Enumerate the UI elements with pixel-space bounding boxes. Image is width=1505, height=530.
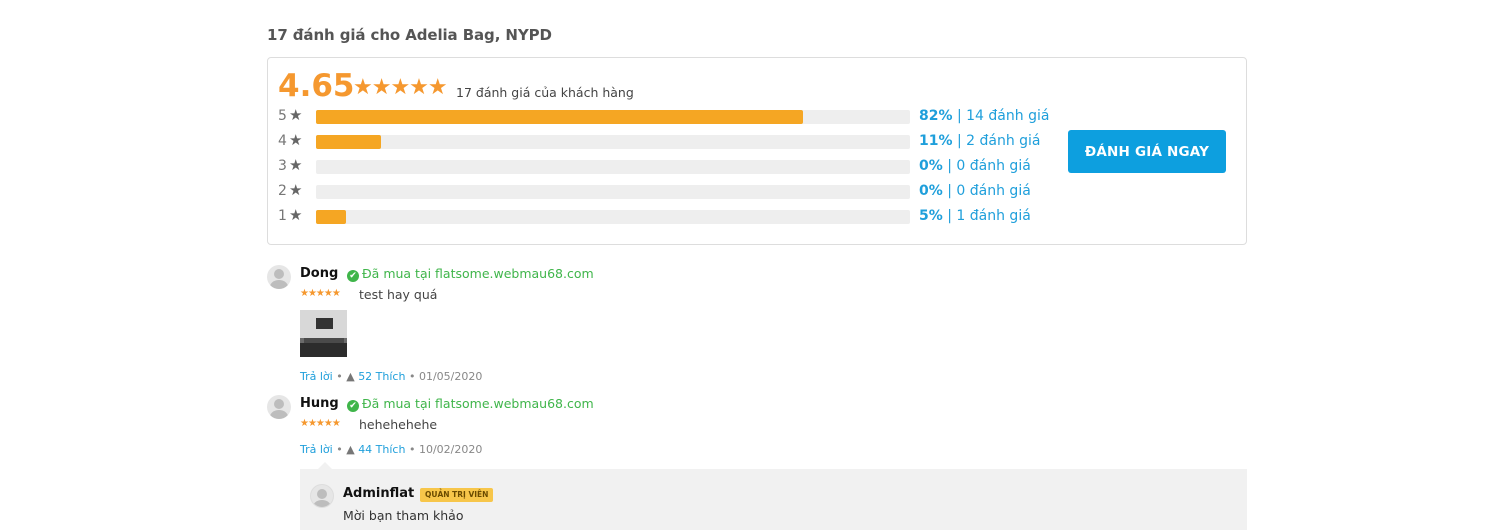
rating-percent: 5% xyxy=(919,208,943,224)
review-stars-icon: ★★★★★ xyxy=(300,418,341,429)
star-icon: ★ xyxy=(289,181,303,199)
like-count: 52 Thích xyxy=(358,370,406,383)
star-icon: ★ xyxy=(289,131,303,149)
rating-bar-label[interactable]: 11% | 2 đánh giá xyxy=(919,131,1041,151)
thumbs-up-icon: ▲ xyxy=(346,370,355,383)
rating-bar-track xyxy=(316,185,910,199)
admin-badge: QUẢN TRỊ VIÊN xyxy=(420,488,494,502)
rating-bar-row: 3 ★ 0% | 0 đánh giá xyxy=(278,156,1058,176)
rating-bar-track xyxy=(316,160,910,174)
rating-percent: 0% xyxy=(919,158,943,174)
reviews-section: 17 đánh giá cho Adelia Bag, NYPD 4.65 ★★… xyxy=(267,24,1247,530)
label-divider: | xyxy=(942,183,957,199)
reviews-title: 17 đánh giá cho Adelia Bag, NYPD xyxy=(267,26,552,44)
star-level: 2 xyxy=(278,183,287,199)
rating-bar-fill xyxy=(316,210,346,224)
rating-bar-row: 1 ★ 5% | 1 đánh giá xyxy=(278,206,1058,226)
rating-count: 0 đánh giá xyxy=(956,183,1031,199)
rating-bar-label[interactable]: 0% | 0 đánh giá xyxy=(919,181,1031,201)
rating-bar-row: 4 ★ 11% | 2 đánh giá xyxy=(278,131,1058,151)
separator: • xyxy=(408,370,416,383)
average-rating: 4.65 xyxy=(278,68,355,104)
review-meta: Trả lời • ▲ 44 Thích • 10/02/2020 xyxy=(300,443,482,457)
reviewer-name: Dong xyxy=(300,266,339,281)
label-divider: | xyxy=(942,208,957,224)
admin-reply-text: Mời bạn tham khảo xyxy=(343,508,464,523)
avatar xyxy=(267,395,291,419)
check-circle-icon: ✔ xyxy=(347,270,359,282)
like-button[interactable]: ▲ 44 Thích xyxy=(346,443,405,456)
label-divider: | xyxy=(952,108,967,124)
rating-percent: 11% xyxy=(919,133,953,149)
review-stars-icon: ★★★★★ xyxy=(300,288,341,299)
rating-percent: 82% xyxy=(919,108,953,124)
rating-bar-row: 5 ★ 82% | 14 đánh giá xyxy=(278,106,1058,126)
star-level: 3 xyxy=(278,158,287,174)
review-date: 01/05/2020 xyxy=(418,370,483,383)
verified-label: Đã mua tại flatsome.webmau68.com xyxy=(362,396,594,411)
rating-count: 0 đánh giá xyxy=(956,158,1031,174)
rating-bar-track xyxy=(316,135,910,149)
rating-bar-label[interactable]: 82% | 14 đánh giá xyxy=(919,106,1049,126)
rating-bar-fill xyxy=(316,110,804,124)
review-photo[interactable] xyxy=(300,310,347,357)
reply-link[interactable]: Trả lời xyxy=(300,443,333,456)
reply-link[interactable]: Trả lời xyxy=(300,370,333,383)
check-circle-icon: ✔ xyxy=(347,400,359,412)
label-divider: | xyxy=(942,158,957,174)
rating-percent: 0% xyxy=(919,183,943,199)
rating-bar-label[interactable]: 5% | 1 đánh giá xyxy=(919,206,1031,226)
rating-bar-row: 2 ★ 0% | 0 đánh giá xyxy=(278,181,1058,201)
star-level: 4 xyxy=(278,133,287,149)
average-stars-icon: ★★★★★ xyxy=(353,75,448,100)
star-icon: ★ xyxy=(289,106,303,124)
rating-summary: 4.65 ★★★★★ 17 đánh giá của khách hàng 5 ★… xyxy=(267,57,1247,245)
rating-bar-track xyxy=(316,110,910,124)
review-text: hehehehehe xyxy=(359,417,438,432)
verified-label: Đã mua tại flatsome.webmau68.com xyxy=(362,266,594,281)
rating-count: 14 đánh giá xyxy=(966,108,1050,124)
rating-bar-label[interactable]: 0% | 0 đánh giá xyxy=(919,156,1031,176)
review-meta: Trả lời • ▲ 52 Thích • 01/05/2020 xyxy=(300,370,482,384)
admin-reply: Adminflat QUẢN TRỊ VIÊN Mời bạn tham khả… xyxy=(300,462,1247,530)
rating-bar-track xyxy=(316,210,910,224)
review-count: 17 đánh giá của khách hàng xyxy=(456,85,634,100)
admin-name: Adminflat xyxy=(343,486,415,501)
like-button[interactable]: ▲ 52 Thích xyxy=(346,370,405,383)
star-level: 5 xyxy=(278,108,287,124)
label-divider: | xyxy=(952,133,967,149)
rate-now-button[interactable]: ĐÁNH GIÁ NGAY xyxy=(1068,130,1226,173)
review-text: test hay quá xyxy=(359,287,438,302)
separator: • xyxy=(336,370,343,383)
rating-count: 1 đánh giá xyxy=(956,208,1031,224)
review-date: 10/02/2020 xyxy=(418,443,483,456)
star-icon: ★ xyxy=(289,206,303,224)
separator: • xyxy=(336,443,343,456)
star-level: 1 xyxy=(278,208,287,224)
verified-purchase: ✔ Đã mua tại flatsome.webmau68.com xyxy=(347,265,594,283)
avatar xyxy=(267,265,291,289)
verified-purchase: ✔ Đã mua tại flatsome.webmau68.com xyxy=(347,395,594,413)
rating-count: 2 đánh giá xyxy=(966,133,1041,149)
star-icon: ★ xyxy=(289,156,303,174)
like-count: 44 Thích xyxy=(358,443,406,456)
reviewer-name: Hung xyxy=(300,396,339,411)
avatar xyxy=(310,484,334,508)
thumbs-up-icon: ▲ xyxy=(346,443,355,456)
rating-bar-fill xyxy=(316,135,382,149)
separator: • xyxy=(408,443,416,456)
